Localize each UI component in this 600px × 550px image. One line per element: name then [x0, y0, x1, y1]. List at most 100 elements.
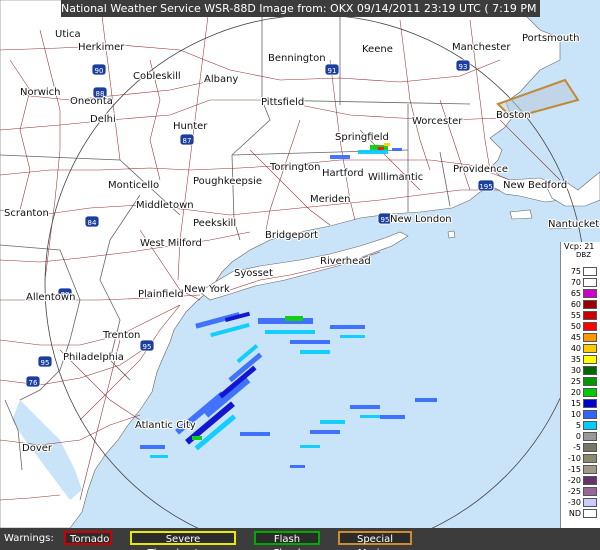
legend-value: 0	[575, 432, 581, 441]
city-label: Portsmouth	[522, 33, 580, 44]
legend-row: 55	[561, 310, 600, 321]
special-marine-warning-toggle[interactable]: Special Marine	[338, 531, 412, 550]
legend-row: 10	[561, 409, 600, 420]
interstate-shield: 76	[25, 375, 41, 388]
legend-value: 65	[570, 289, 581, 298]
interstate-number: 93	[459, 63, 468, 71]
city-label: Herkimer	[78, 42, 125, 53]
interstate-shield: 95	[139, 339, 155, 352]
city-label: Scranton	[4, 208, 49, 219]
legend-row: 40	[561, 343, 600, 354]
city-label: Philadelphia	[63, 352, 124, 363]
legend-swatch	[583, 355, 597, 364]
interstate-number: 84	[88, 219, 97, 227]
city-label: Albany	[204, 74, 238, 85]
city-label: Norwich	[20, 87, 61, 98]
legend-value: ND	[568, 509, 581, 518]
legend-value: 60	[570, 300, 581, 309]
legend-swatch	[583, 267, 597, 276]
legend-swatch	[583, 333, 597, 342]
legend-value: 20	[570, 388, 581, 397]
legend-value: 5	[575, 421, 581, 430]
interstate-number: 95	[41, 359, 50, 367]
city-label: Allentown	[26, 292, 75, 303]
interstate-number: 95	[381, 216, 390, 224]
legend-value: -20	[567, 476, 581, 485]
tornado-warning-toggle[interactable]: Tornado	[64, 531, 112, 545]
legend-row: 0	[561, 431, 600, 442]
legend-value: 30	[570, 366, 581, 375]
legend-swatch	[583, 498, 597, 507]
legend-row: 15	[561, 398, 600, 409]
city-label: Delhi	[90, 114, 116, 125]
legend-swatch	[583, 443, 597, 452]
legend-value: -5	[573, 443, 581, 452]
legend-row: -15	[561, 464, 600, 475]
city-label: Syosset	[234, 268, 273, 279]
legend-swatch	[583, 454, 597, 463]
interstate-shield: 95	[37, 355, 53, 368]
legend-header: Vcp: 21 DBZ	[561, 242, 600, 259]
city-label: Bennington	[268, 53, 326, 64]
legend-swatch	[583, 366, 597, 375]
city-label: Trenton	[102, 330, 140, 341]
legend-value: -15	[567, 465, 581, 474]
legend-row: -20	[561, 475, 600, 486]
city-label: Monticello	[108, 180, 159, 191]
radar-image: 90 88 87 91 93 84 95 78 95 95 195 76 Uti…	[0, 0, 600, 550]
legend-value: 50	[570, 322, 581, 331]
interstate-shield: 90	[91, 63, 107, 76]
city-label: Middletown	[136, 200, 194, 211]
legend-swatch	[583, 410, 597, 419]
city-label: Bridgeport	[265, 230, 318, 241]
legend-swatch	[583, 322, 597, 331]
flash-flood-warning-toggle[interactable]: Flash Flood	[254, 531, 320, 550]
legend-row: 5	[561, 420, 600, 431]
legend-row: 45	[561, 332, 600, 343]
city-label: West Milford	[140, 238, 202, 249]
legend-value: 10	[570, 410, 581, 419]
legend-row: -10	[561, 453, 600, 464]
warnings-title: Warnings:	[4, 533, 54, 544]
legend-swatch	[583, 465, 597, 474]
interstate-number: 76	[29, 379, 38, 387]
legend-value: 55	[570, 311, 581, 320]
city-label: Meriden	[310, 194, 351, 205]
legend-swatch	[583, 289, 597, 298]
legend-row: 30	[561, 365, 600, 376]
interstate-shield: 84	[84, 215, 100, 228]
interstate-number: 95	[143, 343, 152, 351]
interstate-shield: 91	[324, 63, 340, 76]
legend-swatch	[583, 388, 597, 397]
radar-map: 90 88 87 91 93 84 95 78 95 95 195 76 Uti…	[0, 0, 600, 550]
legend-row: 65	[561, 288, 600, 299]
city-label: New London	[390, 214, 452, 225]
legend-swatch	[583, 487, 597, 496]
severe-thunderstorm-warning-toggle[interactable]: Severe Thunderstorm	[130, 531, 236, 550]
city-label: Pittsfield	[261, 97, 304, 108]
city-label: Dover	[22, 443, 53, 454]
city-label: Worcester	[412, 116, 463, 127]
legend-swatch	[583, 509, 597, 518]
legend-value: -25	[567, 487, 581, 496]
legend-row: 20	[561, 387, 600, 398]
interstate-number: 87	[183, 137, 192, 145]
city-label: Atlantic City	[135, 420, 196, 431]
legend-row: -25	[561, 486, 600, 497]
city-label: New York	[184, 284, 230, 295]
interstate-shield: 195	[477, 179, 495, 192]
legend-value: 45	[570, 333, 581, 342]
image-title: National Weather Service WSR-88D Image f…	[61, 0, 540, 17]
legend-swatch	[583, 432, 597, 441]
legend-row: ND	[561, 508, 600, 519]
interstate-shield: 87	[179, 133, 195, 146]
city-label: Riverhead	[320, 256, 371, 267]
city-label: Poughkeepsie	[193, 176, 262, 187]
city-label: Hunter	[173, 121, 208, 132]
legend-swatch	[583, 278, 597, 287]
dbz-legend: Vcp: 21 DBZ 75 70 65 60 55 50 45 40 35 3…	[560, 242, 600, 542]
legend-row: 70	[561, 277, 600, 288]
interstate-number: 90	[95, 67, 104, 75]
legend-row: -5	[561, 442, 600, 453]
city-label: Utica	[55, 29, 81, 40]
